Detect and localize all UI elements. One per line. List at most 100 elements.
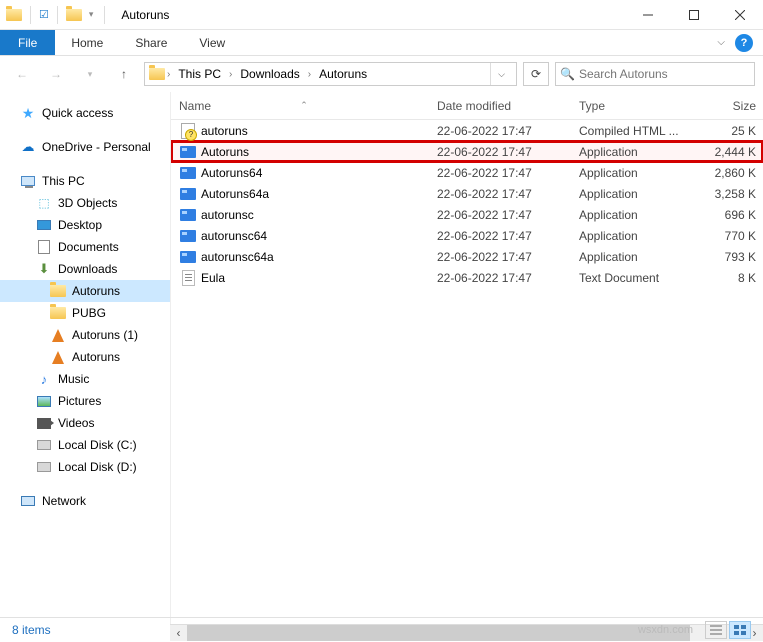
navigation-pane[interactable]: ★Quick access ☁OneDrive - Personal This … — [0, 92, 170, 633]
file-name: Autoruns — [201, 145, 437, 159]
qa-properties-icon[interactable]: ☑ — [39, 8, 49, 21]
titlebar: ☑ ▾ Autoruns — [0, 0, 763, 30]
file-icon — [179, 270, 197, 286]
crumb-autoruns[interactable]: Autoruns — [313, 67, 373, 81]
folder-icon — [50, 305, 66, 321]
file-size: 8 K — [701, 271, 756, 285]
file-size: 3,258 K — [701, 187, 756, 201]
content-pane: Name⌃ Date modified Type Size autoruns22… — [170, 92, 763, 633]
file-row[interactable]: autorunsc64a22-06-2022 17:47Application7… — [171, 246, 763, 267]
nav-pubg[interactable]: PUBG — [0, 302, 170, 324]
file-size: 793 K — [701, 250, 756, 264]
music-icon: ♪ — [36, 371, 52, 387]
item-count: 8 items — [12, 623, 51, 637]
col-size[interactable]: Size — [701, 99, 756, 113]
file-date: 22-06-2022 17:47 — [437, 145, 579, 159]
column-headers: Name⌃ Date modified Type Size — [171, 92, 763, 120]
file-row[interactable]: autorunsc6422-06-2022 17:47Application77… — [171, 225, 763, 246]
nav-disk-d[interactable]: Local Disk (D:) — [0, 456, 170, 478]
file-date: 22-06-2022 17:47 — [437, 250, 579, 264]
col-type[interactable]: Type — [579, 99, 701, 113]
cube-icon: ⬚ — [36, 195, 52, 211]
nav-desktop[interactable]: Desktop — [0, 214, 170, 236]
file-row[interactable]: Eula22-06-2022 17:47Text Document8 K — [171, 267, 763, 288]
file-icon — [179, 249, 197, 265]
ribbon: File Home Share View ⌵ ? — [0, 30, 763, 56]
up-button[interactable]: ↑ — [110, 60, 138, 88]
watermark: wsxdn.com — [638, 624, 693, 636]
file-icon — [179, 165, 197, 181]
chevron-right-icon[interactable]: › — [229, 69, 232, 80]
file-name: Autoruns64a — [201, 187, 437, 201]
file-type: Compiled HTML ... — [579, 124, 701, 138]
crumb-this-pc[interactable]: This PC — [172, 67, 227, 81]
nav-music[interactable]: ♪Music — [0, 368, 170, 390]
address-bar[interactable]: › This PC › Downloads › Autoruns ⌵ — [144, 62, 517, 86]
nav-autoruns[interactable]: Autoruns — [0, 280, 170, 302]
nav-documents[interactable]: Documents — [0, 236, 170, 258]
file-size: 25 K — [701, 124, 756, 138]
nav-downloads[interactable]: ⬇Downloads — [0, 258, 170, 280]
nav-pictures[interactable]: Pictures — [0, 390, 170, 412]
file-row[interactable]: Autoruns64a22-06-2022 17:47Application3,… — [171, 183, 763, 204]
chevron-right-icon[interactable]: › — [308, 69, 311, 80]
qa-dropdown-icon[interactable]: ▾ — [86, 9, 97, 20]
nav-network[interactable]: Network — [0, 490, 170, 512]
refresh-button[interactable]: ⟳ — [523, 62, 549, 86]
close-button[interactable] — [717, 0, 763, 30]
address-dropdown[interactable]: ⌵ — [490, 63, 512, 85]
back-button[interactable]: ← — [8, 60, 36, 88]
tab-view[interactable]: View — [183, 30, 241, 55]
search-box[interactable]: 🔍 — [555, 62, 755, 86]
folder-icon — [50, 283, 66, 299]
file-list[interactable]: autoruns22-06-2022 17:47Compiled HTML ..… — [171, 120, 763, 633]
file-row[interactable]: autoruns22-06-2022 17:47Compiled HTML ..… — [171, 120, 763, 141]
file-name: autorunsc — [201, 208, 437, 222]
crumb-downloads[interactable]: Downloads — [234, 67, 305, 81]
file-tab[interactable]: File — [0, 30, 55, 55]
nav-videos[interactable]: Videos — [0, 412, 170, 434]
navbar: ← → ▾ ↑ › This PC › Downloads › Autoruns… — [0, 56, 763, 92]
expand-ribbon-icon[interactable]: ⌵ — [717, 37, 725, 48]
details-view-button[interactable] — [705, 621, 727, 639]
file-date: 22-06-2022 17:47 — [437, 229, 579, 243]
file-row[interactable]: autorunsc22-06-2022 17:47Application696 … — [171, 204, 763, 225]
nav-onedrive[interactable]: ☁OneDrive - Personal — [0, 136, 170, 158]
col-date[interactable]: Date modified — [437, 99, 579, 113]
tab-share[interactable]: Share — [119, 30, 183, 55]
nav-3d-objects[interactable]: ⬚3D Objects — [0, 192, 170, 214]
vlc-icon — [50, 349, 66, 365]
nav-disk-c[interactable]: Local Disk (C:) — [0, 434, 170, 456]
help-icon[interactable]: ? — [735, 34, 753, 52]
file-type: Application — [579, 166, 701, 180]
qa-folder-icon[interactable] — [66, 7, 82, 23]
recent-dropdown[interactable]: ▾ — [76, 60, 104, 88]
file-date: 22-06-2022 17:47 — [437, 187, 579, 201]
maximize-button[interactable] — [671, 0, 717, 30]
picture-icon — [36, 393, 52, 409]
disk-icon — [36, 437, 52, 453]
file-type: Application — [579, 208, 701, 222]
file-row[interactable]: Autoruns6422-06-2022 17:47Application2,8… — [171, 162, 763, 183]
nav-quick-access[interactable]: ★Quick access — [0, 102, 170, 124]
col-name[interactable]: Name⌃ — [179, 99, 437, 113]
file-row[interactable]: Autoruns22-06-2022 17:47Application2,444… — [171, 141, 763, 162]
search-input[interactable] — [579, 67, 750, 81]
video-icon — [36, 415, 52, 431]
nav-this-pc[interactable]: This PC — [0, 170, 170, 192]
file-type: Application — [579, 145, 701, 159]
nav-autoruns-vlc[interactable]: Autoruns — [0, 346, 170, 368]
file-date: 22-06-2022 17:47 — [437, 166, 579, 180]
star-icon: ★ — [20, 105, 36, 121]
file-icon — [179, 144, 197, 160]
forward-button[interactable]: → — [42, 60, 70, 88]
chevron-right-icon[interactable]: › — [167, 69, 170, 80]
cloud-icon: ☁ — [20, 139, 36, 155]
download-icon: ⬇ — [36, 261, 52, 277]
file-type: Application — [579, 250, 701, 264]
minimize-button[interactable] — [625, 0, 671, 30]
icons-view-button[interactable] — [729, 621, 751, 639]
tab-home[interactable]: Home — [55, 30, 119, 55]
file-icon — [179, 207, 197, 223]
nav-autoruns-1[interactable]: Autoruns (1) — [0, 324, 170, 346]
